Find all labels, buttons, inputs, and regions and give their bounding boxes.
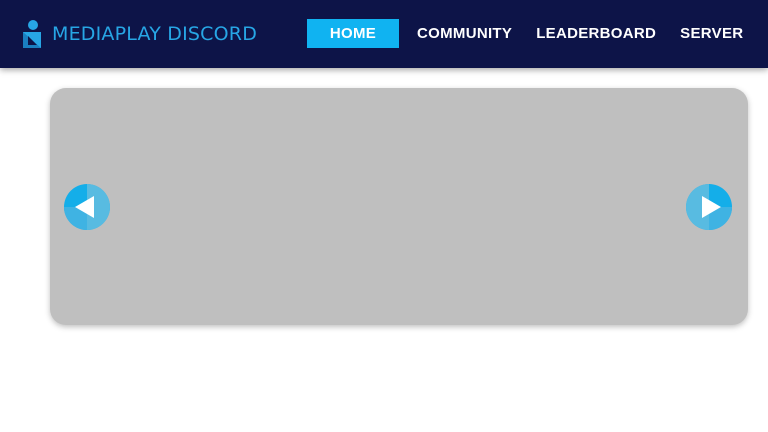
logo-mark-icon [23, 20, 41, 48]
main-nav: HOME COMMUNITY LEADERBOARD SERVER [307, 19, 755, 48]
nav-server[interactable]: SERVER [668, 19, 755, 48]
nav-community[interactable]: COMMUNITY [405, 19, 524, 48]
brand-name: MEDIAPLAY DISCORD [52, 23, 257, 45]
brand-name-part1: MEDIAPLAY [52, 23, 162, 45]
carousel-prev-button[interactable] [64, 184, 110, 230]
nav-home[interactable]: HOME [307, 19, 399, 48]
hero-carousel [50, 88, 748, 325]
arrow-right-icon [686, 184, 732, 230]
arrow-left-icon [64, 184, 110, 230]
brand-name-part2: DISCORD [161, 23, 258, 45]
nav-leaderboard[interactable]: LEADERBOARD [524, 19, 668, 48]
brand-logo[interactable]: MEDIAPLAY DISCORD [22, 18, 257, 50]
top-navbar: MEDIAPLAY DISCORD HOME COMMUNITY LEADERB… [0, 0, 768, 68]
carousel-next-button[interactable] [686, 184, 732, 230]
